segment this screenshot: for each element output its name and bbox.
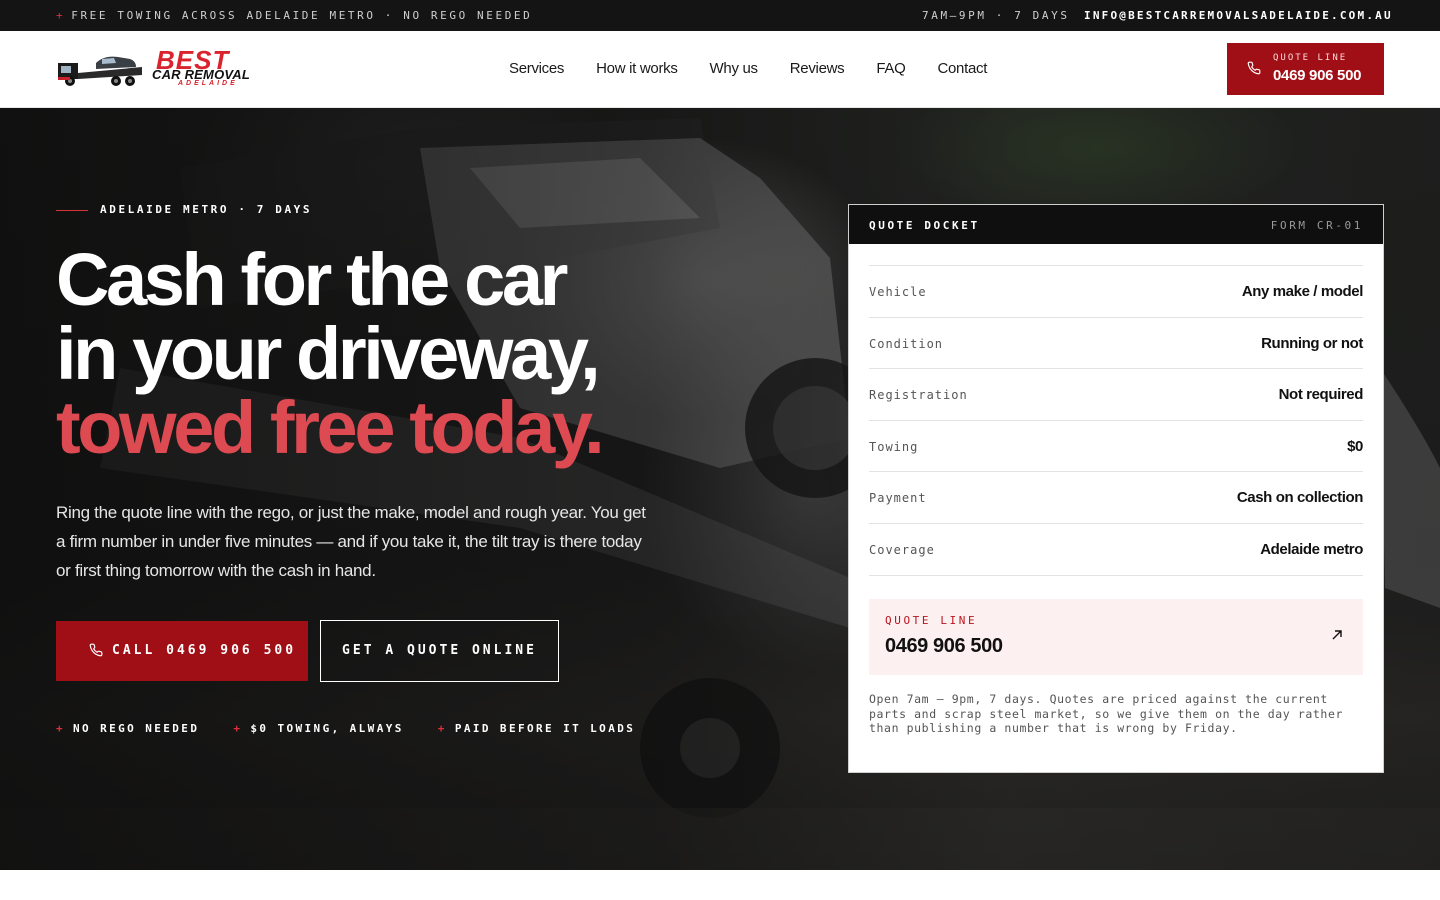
headline-line-1: Cash for the car	[56, 238, 568, 321]
logo-adelaide: ADELAIDE	[178, 80, 238, 87]
docket-row: Coverage Adelaide metro	[869, 524, 1363, 576]
perk-text: $0 TOWING, ALWAYS	[250, 722, 404, 735]
docket-row-value: Running or not	[1261, 334, 1363, 352]
quote-docket-card: QUOTE DOCKET FORM CR-01 Vehicle Any make …	[848, 204, 1384, 773]
docket-row: Registration Not required	[869, 369, 1363, 421]
headline-line-3: towed free today.	[56, 386, 605, 469]
email-link[interactable]: INFO@BESTCARREMOVALSADELAIDE.COM.AU	[1084, 9, 1393, 22]
docket-row: Vehicle Any make / model	[869, 266, 1363, 318]
header-quote-number: 0469 906 500	[1273, 67, 1362, 84]
docket-row-key: Towing	[869, 439, 919, 454]
hero-headline: Cash for the car in your driveway, towed…	[56, 238, 605, 469]
plus-icon: +	[233, 722, 243, 735]
perk-item: + PAID BEFORE IT LOADS	[438, 722, 635, 735]
nav-faq[interactable]: FAQ	[876, 60, 905, 77]
docket-rows: Vehicle Any make / model Condition Running…	[869, 265, 1363, 576]
docket-row-value: Cash on collection	[1236, 489, 1364, 507]
site-header: BEST CAR REMOVAL ADELAIDE Services How i…	[0, 31, 1440, 108]
announcement-text: FREE TOWING ACROSS ADELAIDE METRO · NO R…	[71, 9, 533, 22]
docket-quote-line-label: QUOTE LINE	[885, 614, 978, 627]
header-quote-label: QUOTE LINE	[1273, 53, 1348, 63]
top-bar: + FREE TOWING ACROSS ADELAIDE METRO · NO …	[0, 0, 1440, 31]
docket-row: Payment Cash on collection	[869, 472, 1363, 524]
get-quote-online-button[interactable]: GET A QUOTE ONLINE	[320, 620, 559, 682]
hero-section: ADELAIDE METRO · 7 DAYS Cash for the car…	[0, 108, 1440, 870]
header-quote-line-button[interactable]: QUOTE LINE 0469 906 500	[1227, 43, 1384, 95]
phone-icon	[89, 643, 103, 657]
docket-row-key: Vehicle	[869, 285, 927, 299]
docket-row-value: Any make / model	[1241, 283, 1364, 300]
call-button-label: CALL 0469 906 500	[112, 643, 297, 658]
nav-why-us[interactable]: Why us	[710, 60, 759, 77]
docket-quote-line-number: 0469 906 500	[885, 635, 1003, 657]
hero-eyebrow: ADELAIDE METRO · 7 DAYS	[56, 203, 312, 216]
docket-title: QUOTE DOCKET	[869, 219, 980, 232]
eyebrow-rule	[56, 209, 88, 211]
announcement: + FREE TOWING ACROSS ADELAIDE METRO · NO …	[56, 9, 532, 22]
hero-lead: Ring the quote line with the rego, or ju…	[56, 503, 646, 580]
arrow-up-right-icon	[1332, 630, 1342, 640]
tow-truck-icon	[58, 56, 142, 86]
hero-eyebrow-text: ADELAIDE METRO · 7 DAYS	[100, 203, 313, 216]
docket-row: Towing $0	[869, 421, 1363, 473]
docket-row-key: Registration	[869, 388, 968, 403]
docket-row-key: Coverage	[869, 542, 935, 557]
perk-item: + NO REGO NEEDED	[56, 722, 199, 735]
headline-line-2: in your driveway,	[56, 312, 601, 395]
call-button[interactable]: CALL 0469 906 500	[56, 621, 308, 681]
phone-icon	[1247, 61, 1261, 75]
perks-list: + NO REGO NEEDED + $0 TOWING, ALWAYS + PAID…	[56, 722, 669, 735]
plus-icon: +	[437, 722, 447, 735]
nav-services[interactable]: Services	[509, 60, 564, 77]
docket-row-key: Payment	[869, 491, 927, 506]
nav-reviews[interactable]: Reviews	[790, 60, 845, 77]
plus-icon: +	[56, 9, 66, 22]
docket-note: Open 7am – 9pm, 7 days. Quotes are price…	[869, 692, 1343, 735]
docket-header: QUOTE DOCKET FORM CR-01	[849, 205, 1383, 244]
perk-text: PAID BEFORE IT LOADS	[454, 722, 636, 735]
main-nav: Services How it works Why us Reviews FAQ…	[509, 60, 1019, 77]
docket-row-value: Not required	[1278, 386, 1364, 404]
nav-how-it-works[interactable]: How it works	[596, 60, 678, 77]
docket-quote-line-link[interactable]: QUOTE LINE 0469 906 500	[869, 599, 1363, 675]
logo[interactable]: BEST CAR REMOVAL ADELAIDE	[56, 45, 271, 91]
docket-form-id: FORM CR-01	[1270, 219, 1363, 232]
nav-contact[interactable]: Contact	[937, 60, 987, 77]
plus-icon: +	[56, 722, 66, 735]
perk-text: NO REGO NEEDED	[73, 722, 200, 735]
opening-hours: 7AM–9PM · 7 DAYS	[922, 9, 1070, 22]
docket-row-value: $0	[1347, 437, 1363, 455]
docket-row: Condition Running or not	[869, 318, 1363, 370]
docket-row-key: Condition	[869, 336, 944, 351]
perk-item: + $0 TOWING, ALWAYS	[233, 722, 403, 735]
docket-row-value: Adelaide metro	[1260, 540, 1363, 558]
